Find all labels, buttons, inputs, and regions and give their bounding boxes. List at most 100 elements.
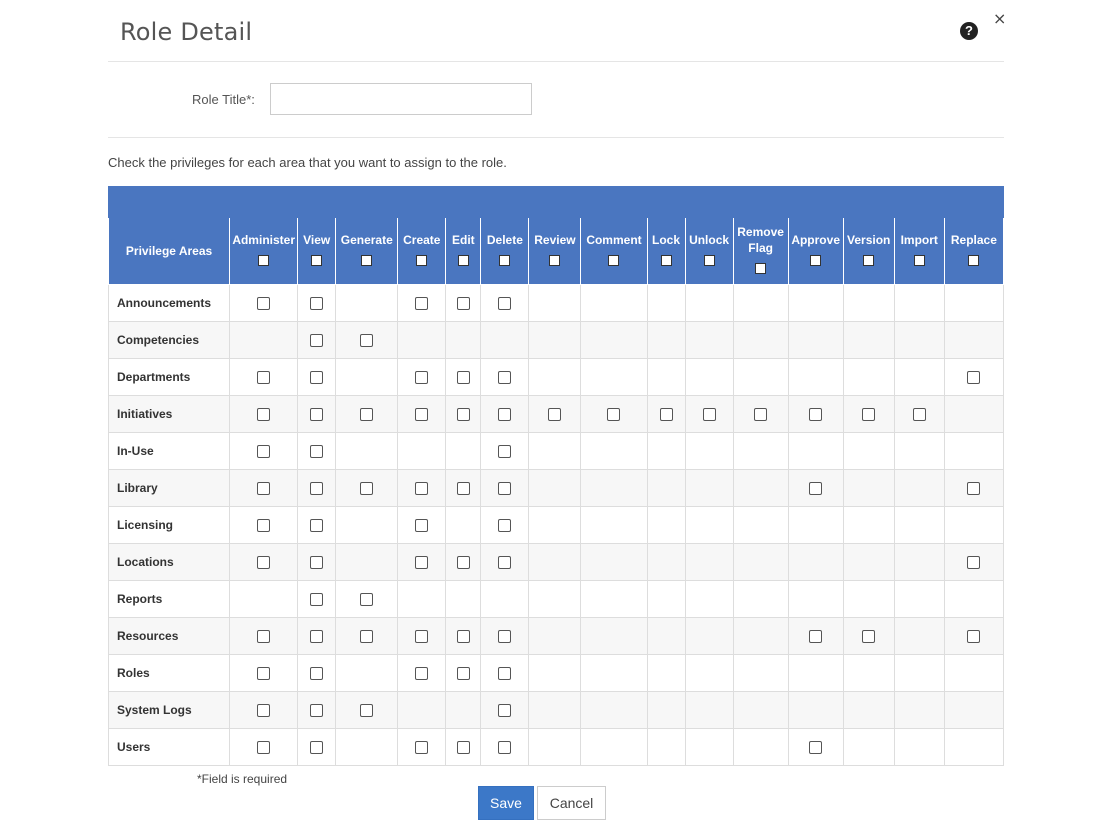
privilege-checkbox[interactable]: [310, 519, 324, 533]
select-all-checkbox[interactable]: [810, 255, 822, 266]
privilege-checkbox[interactable]: [310, 704, 324, 718]
select-all-checkbox[interactable]: [416, 255, 428, 266]
privilege-checkbox[interactable]: [310, 408, 324, 422]
privilege-checkbox[interactable]: [456, 482, 470, 496]
privilege-checkbox[interactable]: [498, 371, 512, 385]
select-all-checkbox[interactable]: [913, 255, 925, 266]
privilege-checkbox[interactable]: [257, 667, 271, 681]
privilege-checkbox[interactable]: [498, 482, 512, 496]
privilege-checkbox[interactable]: [456, 371, 470, 385]
privilege-checkbox[interactable]: [415, 408, 429, 422]
privilege-checkbox[interactable]: [967, 630, 981, 644]
privilege-checkbox[interactable]: [310, 593, 324, 607]
privilege-checkbox[interactable]: [702, 408, 716, 422]
privilege-cell: [397, 469, 447, 507]
privilege-checkbox[interactable]: [415, 519, 429, 533]
close-icon[interactable]: ×: [993, 9, 1006, 28]
select-all-checkbox[interactable]: [457, 255, 469, 266]
privilege-checkbox[interactable]: [257, 630, 271, 644]
privilege-checkbox[interactable]: [360, 593, 374, 607]
privilege-checkbox[interactable]: [257, 704, 271, 718]
privilege-checkbox[interactable]: [967, 371, 981, 385]
privilege-checkbox[interactable]: [912, 408, 926, 422]
privilege-checkbox[interactable]: [456, 741, 470, 755]
privilege-checkbox[interactable]: [809, 408, 823, 422]
privilege-checkbox[interactable]: [415, 630, 429, 644]
privilege-checkbox[interactable]: [498, 667, 512, 681]
privilege-checkbox[interactable]: [415, 297, 429, 311]
privilege-cell: [297, 506, 337, 544]
privilege-checkbox[interactable]: [498, 445, 512, 459]
select-all-checkbox[interactable]: [863, 255, 875, 266]
privilege-checkbox[interactable]: [456, 667, 470, 681]
privilege-checkbox[interactable]: [360, 704, 374, 718]
privilege-checkbox[interactable]: [809, 482, 823, 496]
privilege-checkbox[interactable]: [360, 630, 374, 644]
select-all-checkbox[interactable]: [968, 255, 980, 266]
privilege-cell: [229, 728, 299, 766]
privilege-checkbox[interactable]: [310, 371, 324, 385]
privilege-checkbox[interactable]: [498, 556, 512, 570]
select-all-checkbox[interactable]: [311, 255, 323, 266]
privilege-checkbox[interactable]: [360, 408, 374, 422]
privilege-checkbox[interactable]: [456, 297, 470, 311]
privilege-checkbox[interactable]: [659, 408, 673, 422]
select-all-checkbox[interactable]: [361, 255, 373, 266]
cancel-button[interactable]: Cancel: [537, 786, 606, 820]
privilege-checkbox[interactable]: [456, 408, 470, 422]
privilege-checkbox[interactable]: [310, 741, 324, 755]
privilege-checkbox[interactable]: [607, 408, 621, 422]
select-all-checkbox[interactable]: [703, 255, 715, 266]
privilege-checkbox[interactable]: [862, 630, 876, 644]
privilege-checkbox[interactable]: [498, 408, 512, 422]
select-all-checkbox[interactable]: [549, 255, 561, 266]
privilege-checkbox[interactable]: [754, 408, 768, 422]
select-all-checkbox[interactable]: [608, 255, 620, 266]
help-icon[interactable]: ?: [960, 22, 978, 40]
privilege-checkbox[interactable]: [257, 371, 271, 385]
privilege-checkbox[interactable]: [456, 630, 470, 644]
privilege-checkbox[interactable]: [257, 556, 271, 570]
privilege-checkbox[interactable]: [809, 630, 823, 644]
privilege-checkbox[interactable]: [310, 667, 324, 681]
privilege-checkbox[interactable]: [310, 297, 324, 311]
privilege-checkbox[interactable]: [415, 371, 429, 385]
privilege-checkbox[interactable]: [415, 667, 429, 681]
privilege-checkbox[interactable]: [310, 334, 324, 348]
privilege-cell: [732, 321, 789, 359]
privilege-checkbox[interactable]: [498, 297, 512, 311]
privilege-cell: [646, 395, 686, 433]
privilege-checkbox[interactable]: [498, 630, 512, 644]
privilege-checkbox[interactable]: [862, 408, 876, 422]
privilege-checkbox[interactable]: [967, 482, 981, 496]
privilege-checkbox[interactable]: [967, 556, 981, 570]
privilege-checkbox[interactable]: [257, 482, 271, 496]
privilege-checkbox[interactable]: [498, 519, 512, 533]
save-button[interactable]: Save: [478, 786, 534, 820]
privilege-checkbox[interactable]: [456, 556, 470, 570]
privilege-checkbox[interactable]: [310, 630, 324, 644]
privilege-checkbox[interactable]: [310, 482, 324, 496]
privilege-checkbox[interactable]: [257, 297, 271, 311]
privilege-checkbox[interactable]: [415, 556, 429, 570]
select-all-checkbox[interactable]: [499, 255, 511, 266]
privilege-checkbox[interactable]: [310, 445, 324, 459]
role-title-input[interactable]: [270, 83, 532, 115]
privilege-checkbox[interactable]: [257, 519, 271, 533]
privilege-checkbox[interactable]: [415, 482, 429, 496]
privilege-checkbox[interactable]: [310, 556, 324, 570]
privilege-checkbox[interactable]: [257, 445, 271, 459]
select-all-checkbox[interactable]: [660, 255, 672, 266]
privilege-checkbox[interactable]: [548, 408, 562, 422]
privilege-checkbox[interactable]: [257, 408, 271, 422]
privilege-checkbox[interactable]: [415, 741, 429, 755]
privilege-checkbox[interactable]: [498, 704, 512, 718]
select-all-checkbox[interactable]: [258, 255, 270, 266]
privilege-checkbox[interactable]: [809, 741, 823, 755]
privilege-checkbox[interactable]: [498, 741, 512, 755]
privilege-checkbox[interactable]: [360, 334, 374, 348]
privilege-checkbox[interactable]: [257, 741, 271, 755]
privilege-cell: [335, 728, 399, 766]
privilege-checkbox[interactable]: [360, 482, 374, 496]
select-all-checkbox[interactable]: [755, 263, 767, 274]
